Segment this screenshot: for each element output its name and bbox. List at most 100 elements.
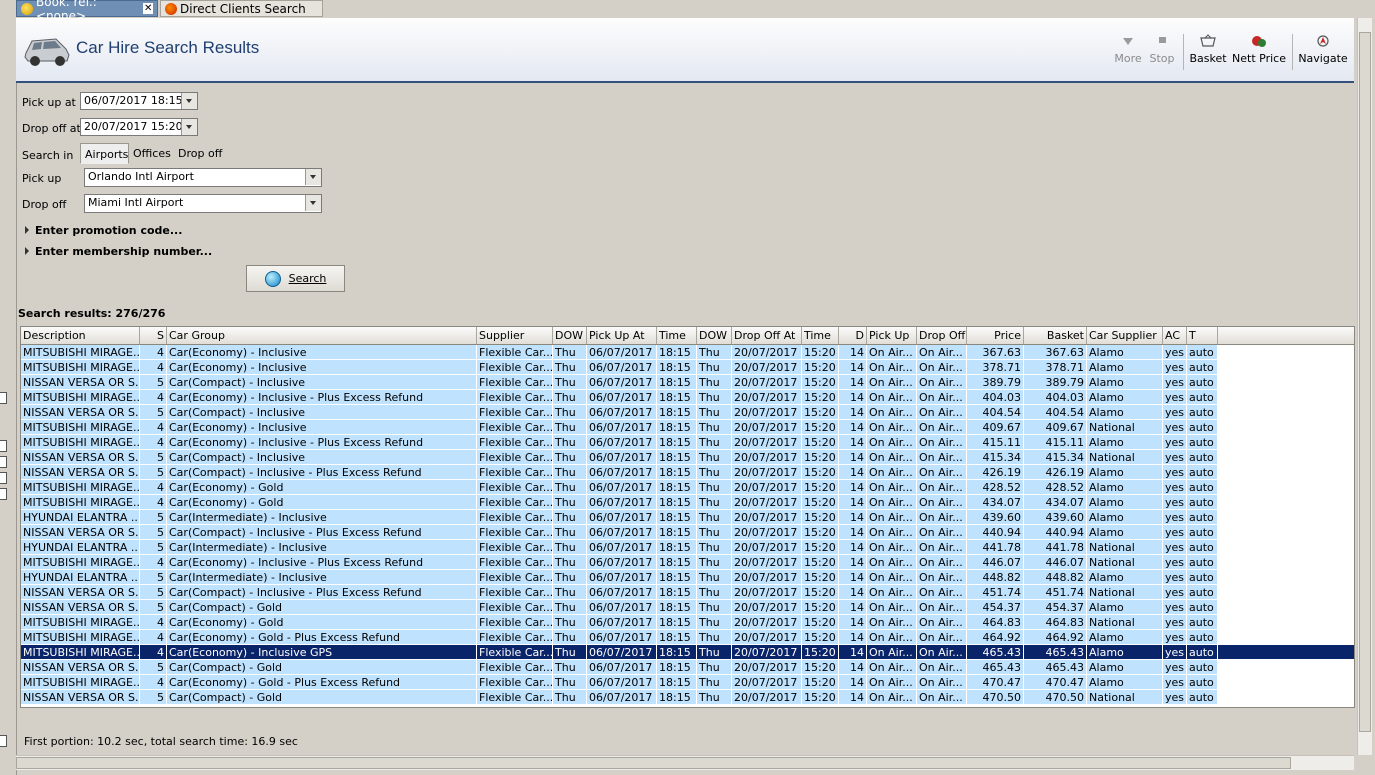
table-row[interactable]: MITSUBISHI MIRAGE... 4 Car(Economy) - Incl… — [21, 645, 1354, 660]
table-row[interactable]: NISSAN VERSA OR S... 5 Car(Compact) - Gold… — [21, 690, 1354, 705]
table-cell: yes — [1163, 540, 1187, 555]
table-cell: 14 — [839, 675, 867, 690]
column-header[interactable]: Car Group — [167, 327, 477, 344]
search-in-offices[interactable]: Offices — [129, 143, 172, 164]
column-header[interactable]: DOW — [697, 327, 732, 344]
table-cell: 404.54 — [1024, 405, 1087, 420]
table-row[interactable]: MITSUBISHI MIRAGE... 4 Car(Economy) - Incl… — [21, 345, 1354, 360]
column-header[interactable]: T — [1187, 327, 1218, 344]
column-header[interactable]: Drop Off At — [732, 327, 802, 344]
table-cell: auto — [1187, 570, 1218, 585]
dropoff-at-value: 20/07/2017 15:20 — [84, 120, 183, 133]
tab-direct-clients-search[interactable]: Direct Clients Search — [160, 0, 323, 17]
scroll-thumb[interactable] — [1359, 32, 1371, 732]
table-cell: 4 — [140, 555, 167, 570]
table-row[interactable]: NISSAN VERSA OR S... 5 Car(Compact) - Incl… — [21, 465, 1354, 480]
background-window-strip — [0, 0, 17, 775]
table-cell: 15:20 — [802, 450, 839, 465]
column-header[interactable]: Pick Up — [867, 327, 917, 344]
table-cell: Car(Economy) - Inclusive - Plus Excess R… — [167, 555, 477, 570]
horizontal-scrollbar[interactable] — [16, 755, 1354, 770]
stop-button[interactable]: Stop — [1147, 34, 1177, 65]
table-row[interactable]: NISSAN VERSA OR S... 5 Car(Compact) - Incl… — [21, 375, 1354, 390]
table-cell: 06/07/2017 — [587, 675, 657, 690]
chevron-down-icon[interactable] — [181, 93, 197, 109]
column-header[interactable]: Basket — [1024, 327, 1087, 344]
scroll-thumb[interactable] — [16, 757, 1291, 769]
pickup-select[interactable]: Orlando Intl Airport — [84, 168, 322, 187]
table-cell: yes — [1163, 360, 1187, 375]
chevron-down-icon[interactable] — [305, 169, 321, 185]
table-cell: On Air... — [867, 375, 917, 390]
chevron-down-icon[interactable] — [181, 119, 197, 135]
table-row[interactable]: MITSUBISHI MIRAGE... 4 Car(Economy) - Gold… — [21, 615, 1354, 630]
close-icon[interactable]: ✕ — [143, 3, 153, 14]
search-button[interactable]: Search — [246, 265, 345, 292]
dropoff-select[interactable]: Miami Intl Airport — [84, 194, 322, 213]
table-cell: auto — [1187, 630, 1218, 645]
column-header[interactable]: Time — [657, 327, 697, 344]
table-row[interactable]: NISSAN VERSA OR S... 5 Car(Compact) - Incl… — [21, 450, 1354, 465]
table-row[interactable]: NISSAN VERSA OR S... 5 Car(Compact) - Gold… — [21, 660, 1354, 675]
table-row[interactable]: MITSUBISHI MIRAGE... 4 Car(Economy) - Gold… — [21, 480, 1354, 495]
table-row[interactable]: MITSUBISHI MIRAGE... 4 Car(Economy) - Incl… — [21, 555, 1354, 570]
table-row[interactable]: MITSUBISHI MIRAGE... 4 Car(Economy) - Gold… — [21, 630, 1354, 645]
table-cell: 4 — [140, 630, 167, 645]
column-header[interactable]: S — [140, 327, 167, 344]
table-row[interactable]: MITSUBISHI MIRAGE... 4 Car(Economy) - Incl… — [21, 435, 1354, 450]
table-row[interactable]: MITSUBISHI MIRAGE... 4 Car(Economy) - Incl… — [21, 360, 1354, 375]
table-cell: Thu — [697, 375, 732, 390]
table-row[interactable]: HYUNDAI ELANTRA ... 5 Car(Intermediate) - … — [21, 510, 1354, 525]
table-cell: 14 — [839, 525, 867, 540]
column-header[interactable]: Price — [967, 327, 1024, 344]
table-row[interactable]: NISSAN VERSA OR S... 5 Car(Compact) - Incl… — [21, 585, 1354, 600]
table-row[interactable]: MITSUBISHI MIRAGE... 4 Car(Economy) - Incl… — [21, 390, 1354, 405]
table-cell: auto — [1187, 420, 1218, 435]
table-cell: 15:20 — [802, 345, 839, 360]
column-header[interactable]: D — [839, 327, 867, 344]
search-in-drop-off-offices[interactable]: Drop off offices — [174, 143, 258, 181]
table-cell: Flexible Car... — [479, 525, 553, 540]
chevron-down-icon[interactable] — [305, 195, 321, 211]
table-row[interactable]: HYUNDAI ELANTRA ... 5 Car(Intermediate) - … — [21, 540, 1354, 555]
promotion-code-expander[interactable]: Enter promotion code... — [25, 224, 182, 237]
table-cell: 15:20 — [802, 540, 839, 555]
column-header[interactable]: Supplier — [477, 327, 553, 344]
table-row[interactable]: MITSUBISHI MIRAGE... 4 Car(Economy) - Gold… — [21, 495, 1354, 510]
column-header[interactable]: Pick Up At — [587, 327, 657, 344]
basket-button[interactable]: Basket — [1188, 34, 1228, 65]
toolbar-divider — [1183, 34, 1184, 70]
table-cell: 20/07/2017 — [732, 375, 802, 390]
vertical-scrollbar[interactable] — [1357, 18, 1372, 755]
pickup-at-field[interactable]: 06/07/2017 18:15 — [80, 92, 198, 110]
table-cell: National — [1087, 420, 1163, 435]
table-cell: 465.43 — [967, 660, 1024, 675]
membership-number-expander[interactable]: Enter membership number... — [25, 245, 212, 258]
table-cell: yes — [1163, 645, 1187, 660]
table-cell: Thu — [697, 345, 732, 360]
column-header[interactable]: Car Supplier — [1087, 327, 1163, 344]
table-row[interactable]: MITSUBISHI MIRAGE... 4 Car(Economy) - Incl… — [21, 420, 1354, 435]
dropoff-at-field[interactable]: 20/07/2017 15:20 — [80, 118, 198, 136]
nett-price-button[interactable]: Nett Price — [1231, 34, 1287, 65]
tab-booking[interactable]: Book. ref.: <none> ✕ — [16, 0, 158, 23]
search-in-airports[interactable]: Airports — [80, 143, 129, 164]
table-row[interactable]: NISSAN VERSA OR S... 5 Car(Compact) - Gold… — [21, 600, 1354, 615]
table-cell: 14 — [839, 690, 867, 705]
table-row[interactable]: NISSAN VERSA OR S... 5 Car(Compact) - Incl… — [21, 525, 1354, 540]
table-row[interactable]: NISSAN VERSA OR S... 5 Car(Compact) - Incl… — [21, 405, 1354, 420]
more-button[interactable]: More — [1113, 34, 1143, 65]
column-header[interactable]: DOW — [553, 327, 587, 344]
table-cell: yes — [1163, 600, 1187, 615]
table-row[interactable]: HYUNDAI ELANTRA ... 5 Car(Intermediate) - … — [21, 570, 1354, 585]
table-cell: Car(Compact) - Inclusive — [167, 375, 477, 390]
navigate-button[interactable]: Navigate — [1298, 34, 1348, 65]
column-header[interactable]: Time — [802, 327, 839, 344]
table-cell: On Air... — [867, 690, 917, 705]
column-header[interactable]: AC — [1163, 327, 1187, 344]
column-header[interactable]: Drop Off — [917, 327, 967, 344]
column-header[interactable]: Description — [21, 327, 140, 344]
table-cell: Alamo — [1087, 435, 1163, 450]
table-cell: 15:20 — [802, 435, 839, 450]
table-row[interactable]: MITSUBISHI MIRAGE... 4 Car(Economy) - Gold… — [21, 675, 1354, 690]
